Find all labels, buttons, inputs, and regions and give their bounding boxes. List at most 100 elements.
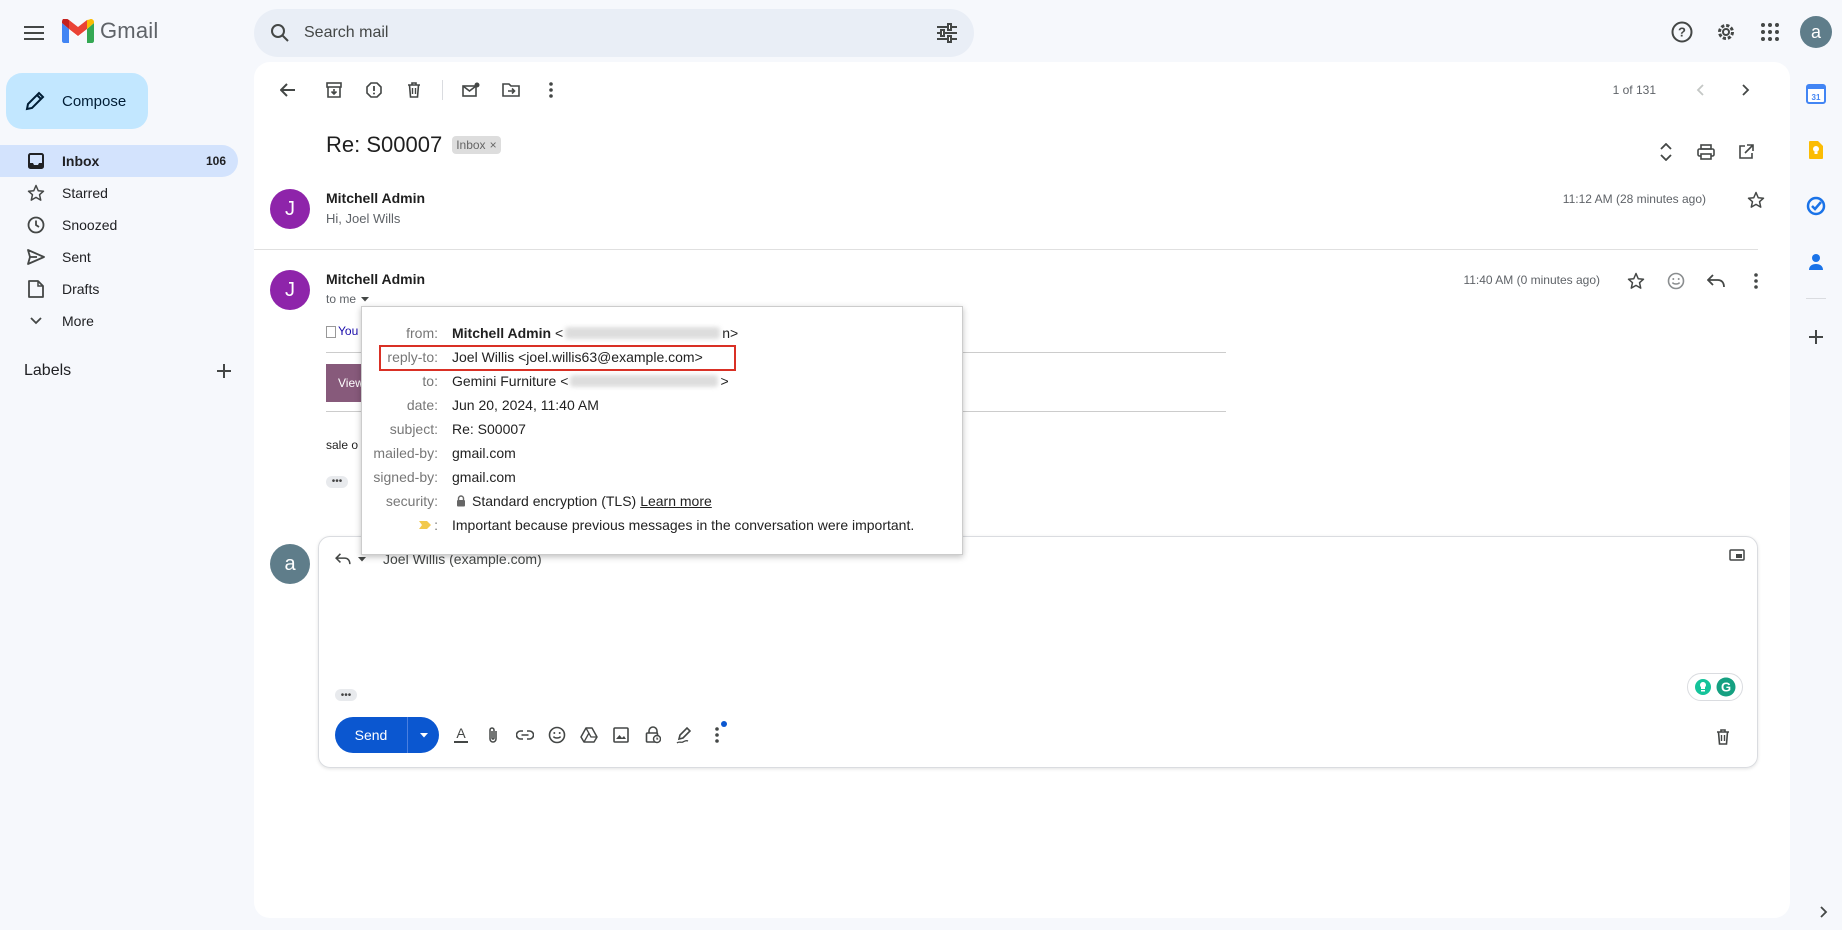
image-alt-text: You (338, 324, 359, 338)
grammarly-widget[interactable]: G (1687, 673, 1743, 701)
mark-unread-icon (462, 82, 480, 98)
report-spam-button[interactable] (354, 70, 394, 110)
insert-link-button[interactable] (509, 717, 541, 753)
apps-button[interactable] (1750, 12, 1790, 52)
details-label: to: (422, 373, 438, 389)
label-chip-inbox[interactable]: Inbox × (452, 136, 501, 154)
sidebar-item-sent[interactable]: Sent (0, 241, 238, 273)
popout-reply-button[interactable] (1729, 549, 1745, 561)
sender-avatar[interactable]: J (270, 189, 310, 229)
search-icon[interactable] (270, 23, 290, 43)
reply-composer[interactable]: Joel Willis (example.com) ••• G Send A (318, 536, 1758, 768)
sidebar-item-inbox[interactable]: Inbox 106 (0, 145, 238, 177)
search-options-icon[interactable] (936, 23, 958, 43)
plus-icon[interactable] (216, 363, 232, 379)
email-open-bracket: < (555, 325, 564, 341)
date-value: Jun 20, 2024, 11:40 AM (452, 397, 599, 413)
trash-icon (1716, 729, 1730, 745)
expand-all-button[interactable] (1646, 132, 1686, 172)
support-button[interactable]: ? (1662, 12, 1702, 52)
get-addons-button[interactable] (1796, 317, 1836, 357)
tasks-icon (1806, 196, 1826, 216)
more-actions-button[interactable] (531, 70, 571, 110)
sender-name[interactable]: Mitchell Admin (326, 271, 425, 287)
label-chip-text: Inbox (456, 138, 486, 152)
older-button[interactable] (1726, 70, 1766, 110)
delete-button[interactable] (394, 70, 434, 110)
newer-button[interactable] (1680, 70, 1720, 110)
tasks-app-button[interactable] (1796, 186, 1836, 226)
compose-button[interactable]: Compose (6, 73, 148, 129)
archive-button[interactable] (314, 70, 354, 110)
gmail-logo[interactable]: Gmail (62, 18, 158, 44)
pagination: 1 of 131 (1613, 70, 1766, 110)
caret-down-icon[interactable] (357, 556, 367, 562)
lightbulb-icon[interactable] (1694, 678, 1712, 696)
label-chip-remove[interactable]: × (490, 138, 497, 152)
show-trimmed-content-button[interactable]: ••• (335, 689, 357, 701)
insert-photo-button[interactable] (605, 717, 637, 753)
archive-icon (326, 82, 342, 98)
sidebar-item-label: Snoozed (62, 217, 118, 233)
more-options-button[interactable] (701, 717, 733, 753)
link-icon (516, 730, 534, 740)
draft-file-icon (26, 280, 46, 298)
star-button[interactable] (1616, 261, 1656, 301)
search-input[interactable] (304, 24, 936, 42)
reply-type-icon[interactable] (335, 553, 351, 565)
sender-name[interactable]: Mitchell Admin (326, 190, 425, 206)
sidebar-item-more[interactable]: More (0, 305, 238, 337)
sender-avatar[interactable]: J (270, 270, 310, 310)
mark-unread-button[interactable] (451, 70, 491, 110)
labels-header: Labels (24, 362, 232, 380)
send-button[interactable]: Send (335, 717, 407, 753)
move-to-button[interactable] (491, 70, 531, 110)
message-more-button[interactable] (1736, 261, 1776, 301)
sidebar-nav: Inbox 106 Starred Snoozed Sent Drafts Mo… (0, 145, 238, 337)
settings-button[interactable] (1706, 12, 1746, 52)
thread-actions (1646, 132, 1766, 172)
show-trimmed-content-button[interactable]: ••• (326, 476, 348, 488)
add-reaction-button[interactable] (1656, 261, 1696, 301)
keep-icon (1808, 140, 1824, 160)
redacted-email (570, 375, 719, 387)
spam-icon (366, 82, 382, 98)
back-button[interactable] (268, 70, 308, 110)
formatting-options-button[interactable]: A (445, 717, 477, 753)
trash-icon (407, 82, 421, 98)
my-avatar: a (270, 544, 310, 584)
grammarly-icon[interactable]: G (1716, 677, 1736, 697)
insert-drive-button[interactable] (573, 717, 605, 753)
open-new-window-button[interactable] (1726, 132, 1766, 172)
attach-files-button[interactable] (477, 717, 509, 753)
search-bar[interactable] (254, 9, 974, 57)
send-options-button[interactable] (407, 717, 439, 753)
message-snippet[interactable]: Hi, Joel Wills (326, 211, 400, 226)
calendar-app-button[interactable]: 31 (1796, 74, 1836, 114)
main-menu-button[interactable] (14, 13, 54, 53)
show-details-caret-icon[interactable] (360, 296, 370, 302)
sidebar-item-snoozed[interactable]: Snoozed (0, 209, 238, 241)
insert-signature-button[interactable] (669, 717, 701, 753)
message-body-text: sale o (326, 438, 359, 452)
sidebar-item-starred[interactable]: Starred (0, 177, 238, 209)
drive-icon (580, 727, 598, 743)
side-panel-divider (1806, 298, 1826, 299)
learn-more-link[interactable]: Learn more (640, 493, 712, 509)
sidebar-item-drafts[interactable]: Drafts (0, 273, 238, 305)
expand-collapse-icon (1660, 143, 1672, 161)
show-side-panel-button[interactable] (1820, 906, 1828, 918)
star-button[interactable] (1736, 180, 1776, 220)
account-avatar[interactable]: a (1800, 16, 1832, 48)
pencil-icon (24, 90, 46, 112)
insert-emoji-button[interactable] (541, 717, 573, 753)
view-order-button[interactable]: View (326, 364, 366, 402)
contacts-app-button[interactable] (1796, 242, 1836, 282)
lock-icon (456, 495, 466, 507)
confidential-mode-button[interactable] (637, 717, 669, 753)
send-icon (26, 249, 46, 265)
discard-draft-button[interactable] (1703, 717, 1743, 757)
reply-button[interactable] (1696, 261, 1736, 301)
keep-app-button[interactable] (1796, 130, 1836, 170)
print-all-button[interactable] (1686, 132, 1726, 172)
